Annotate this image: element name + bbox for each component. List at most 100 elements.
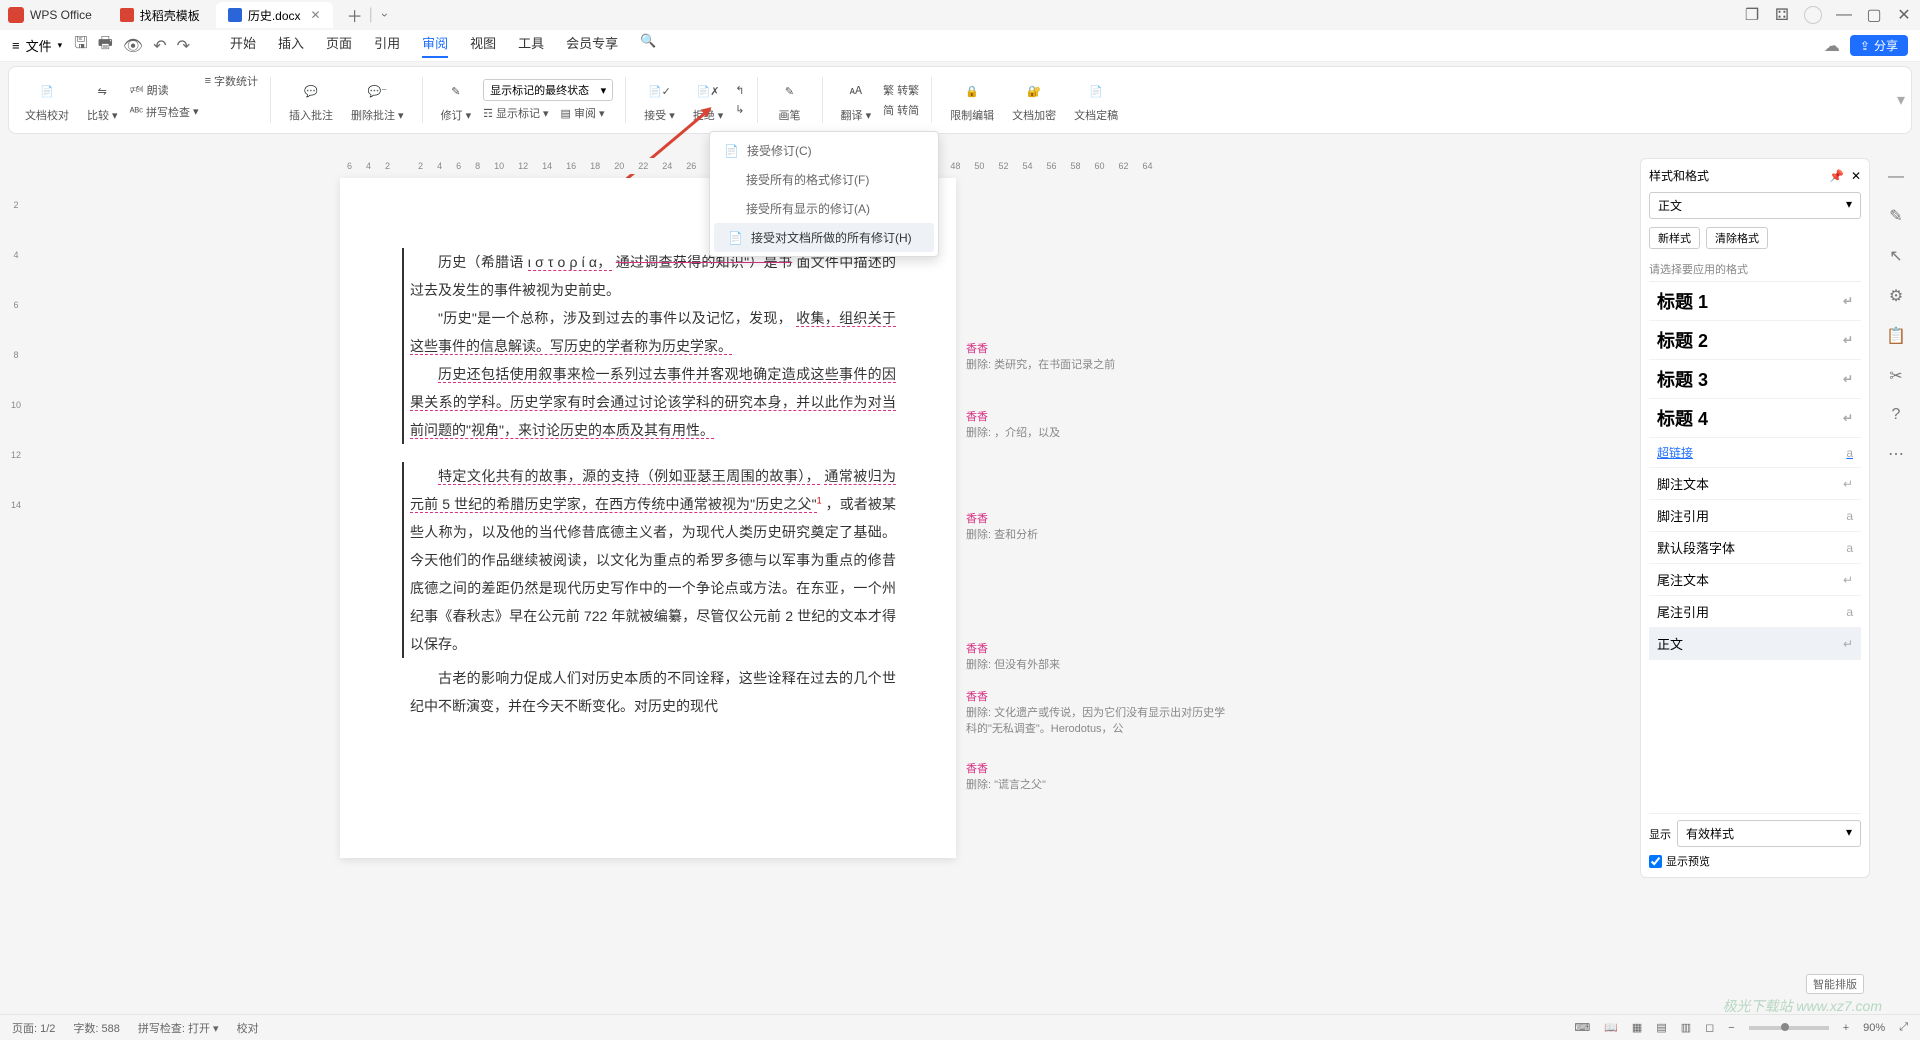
current-style-combo[interactable]: 正文 ▾	[1649, 192, 1861, 219]
zoom-level[interactable]: 90%	[1863, 1022, 1885, 1034]
accept-format-revisions-item[interactable]: 接受所有的格式修订(F)	[710, 165, 938, 194]
tab-member[interactable]: 会员专享	[566, 33, 618, 58]
page-indicator[interactable]: 页面: 1/2	[12, 1020, 55, 1036]
tab-reference[interactable]: 引用	[374, 33, 400, 58]
save-icon[interactable]: 🖫	[74, 32, 88, 59]
tab-templates[interactable]: 找稻壳模板	[108, 2, 212, 28]
print-layout-icon[interactable]: ▦	[1632, 1021, 1642, 1034]
markup-item[interactable]: 香香删除: 但没有外部来	[966, 640, 1060, 672]
read-aloud-button[interactable]: 🕬朗读	[130, 81, 199, 100]
markup-item[interactable]: 香香删除: 查和分析	[966, 510, 1038, 542]
outline-view-icon[interactable]: ▥	[1681, 1021, 1691, 1034]
tools-icon[interactable]: ✂	[1889, 366, 1902, 386]
share-button[interactable]: ⇪ 分享	[1850, 35, 1908, 56]
accept-revision-item[interactable]: 📄接受修订(C)	[710, 136, 938, 165]
style-item[interactable]: 标题 1↵	[1649, 282, 1861, 321]
markup-item[interactable]: 香香删除: "谎言之父"	[966, 760, 1046, 792]
clear-format-button[interactable]: 清除格式	[1706, 227, 1768, 249]
window-multi-icon[interactable]: ❐	[1744, 7, 1760, 23]
proof-status[interactable]: 校对	[237, 1020, 259, 1036]
search-icon[interactable]: 🔍	[640, 33, 656, 58]
cursor-icon[interactable]: ↖	[1889, 246, 1902, 266]
tab-page[interactable]: 页面	[326, 33, 352, 58]
style-list[interactable]: 标题 1↵标题 2↵标题 3↵标题 4↵超链接a脚注文本↵脚注引用a默认段落字体…	[1649, 281, 1861, 807]
restrict-edit-button[interactable]: 🔒 限制编辑	[944, 77, 1000, 123]
compare-button[interactable]: ⇋ 比较 ▾	[81, 77, 124, 123]
maximize-icon[interactable]: ▢	[1866, 7, 1882, 23]
minimize-icon[interactable]: —	[1836, 7, 1852, 23]
to-traditional-button[interactable]: 繁转繁	[883, 82, 919, 98]
ink-button[interactable]: ✎ 画笔	[770, 77, 810, 123]
show-preview-checkbox[interactable]: 显示预览	[1649, 853, 1861, 869]
style-item[interactable]: 脚注引用a	[1649, 500, 1861, 532]
tab-list-button[interactable]: ›	[378, 13, 392, 17]
web-layout-icon[interactable]: ▤	[1656, 1021, 1666, 1034]
review-pane-button[interactable]: ▤审阅 ▾	[561, 105, 605, 121]
style-item[interactable]: 标题 2↵	[1649, 321, 1861, 360]
avatar[interactable]	[1804, 6, 1822, 24]
style-item[interactable]: 标题 3↵	[1649, 360, 1861, 399]
style-item[interactable]: 默认段落字体a	[1649, 532, 1861, 564]
cloud-icon[interactable]: ☁	[1824, 36, 1840, 56]
accept-button[interactable]: 📄✓ 接受 ▾	[638, 77, 681, 123]
accept-all-revisions-item[interactable]: 📄接受对文档所做的所有修订(H)	[714, 223, 934, 252]
doc-proof-button[interactable]: 📄 文档校对	[19, 77, 75, 123]
delete-comment-button[interactable]: 💬⁻ 删除批注 ▾	[345, 77, 410, 123]
show-filter-combo[interactable]: 有效样式▾	[1677, 820, 1861, 847]
encrypt-button[interactable]: 🔐 文档加密	[1006, 77, 1062, 123]
print-icon[interactable]: 🖶	[98, 32, 113, 59]
style-item[interactable]: 脚注文本↵	[1649, 468, 1861, 500]
print-preview-icon[interactable]: 👁	[123, 36, 143, 56]
style-item[interactable]: 超链接a	[1649, 438, 1861, 468]
display-state-combo[interactable]: 显示标记的最终状态▾	[483, 79, 613, 101]
accept-shown-revisions-item[interactable]: 接受所有显示的修订(A)	[710, 194, 938, 223]
footnote-ref[interactable]: 1	[817, 495, 822, 505]
style-item[interactable]: 正文↵	[1649, 628, 1861, 660]
collapse-ribbon-icon[interactable]: ▾	[1897, 90, 1905, 110]
tab-tools[interactable]: 工具	[518, 33, 544, 58]
document-page[interactable]: 历史（希腊语 ι σ τ ο ρ ί α， 通过调查获得的知识"）是书 面文件中…	[340, 178, 956, 858]
reading-view-icon[interactable]: 📖	[1604, 1021, 1618, 1034]
spell-check-button[interactable]: ᴬᴮᶜ拼写检查 ▾	[130, 104, 199, 120]
undo-icon[interactable]: ↶	[153, 36, 166, 56]
word-count-button[interactable]: ≡字数统计	[205, 73, 258, 89]
close-icon[interactable]: ✕	[311, 8, 321, 22]
help-icon[interactable]: ?	[1892, 406, 1901, 424]
new-style-button[interactable]: 新样式	[1649, 227, 1700, 249]
zoom-in-icon[interactable]: +	[1843, 1022, 1849, 1034]
more-icon[interactable]: ⋯	[1888, 444, 1904, 464]
clipboard-icon[interactable]: 📋	[1886, 326, 1906, 346]
select-tool-icon[interactable]: ✎	[1889, 206, 1902, 226]
close-window-icon[interactable]: ✕	[1896, 7, 1912, 23]
vertical-ruler[interactable]: 2468101214	[8, 180, 24, 820]
redo-icon[interactable]: ↷	[177, 36, 190, 56]
markup-item[interactable]: 香香删除: 文化遗产或传说，因为它们没有显示出对历史学科的"无私调查"。Hero…	[966, 688, 1236, 736]
spell-status[interactable]: 拼写检查: 打开 ▾	[138, 1020, 219, 1036]
style-item[interactable]: 尾注引用a	[1649, 596, 1861, 628]
new-tab-button[interactable]: ＋	[347, 3, 363, 27]
tab-insert[interactable]: 插入	[278, 33, 304, 58]
show-marks-button[interactable]: ☶显示标记 ▾	[483, 105, 548, 121]
fit-page-icon[interactable]: ⤢	[1899, 1021, 1908, 1034]
cube-icon[interactable]: ⚃	[1774, 7, 1790, 23]
tab-home[interactable]: 开始	[230, 33, 256, 58]
next-change-button[interactable]: ↳	[735, 103, 744, 116]
to-simplified-button[interactable]: 简转简	[883, 102, 919, 118]
track-changes-button[interactable]: ✎ 修订 ▾	[435, 77, 478, 123]
markup-item[interactable]: 香香删除: ，介绍，以及	[966, 408, 1060, 440]
smart-layout-button[interactable]: 智能排版	[1806, 974, 1864, 994]
minus-icon[interactable]: —	[1888, 168, 1904, 186]
word-count[interactable]: 字数: 588	[73, 1020, 119, 1036]
zoom-slider[interactable]	[1749, 1026, 1829, 1030]
markup-item[interactable]: 香香删除: 类研究，在书面记录之前	[966, 340, 1115, 372]
close-panel-icon[interactable]: ✕	[1851, 169, 1861, 183]
file-menu[interactable]: ≡ 文件 ▾	[12, 36, 62, 55]
pin-icon[interactable]: 📌	[1829, 169, 1844, 183]
style-item[interactable]: 标题 4↵	[1649, 399, 1861, 438]
translate-button[interactable]: 🗚 翻译 ▾	[835, 77, 878, 123]
tab-document[interactable]: 历史.docx ✕	[216, 2, 333, 28]
tab-review[interactable]: 审阅	[422, 33, 448, 58]
tab-view[interactable]: 视图	[470, 33, 496, 58]
keyboard-icon[interactable]: ⌨	[1574, 1021, 1590, 1034]
finalize-button[interactable]: 📄 文档定稿	[1068, 77, 1124, 123]
